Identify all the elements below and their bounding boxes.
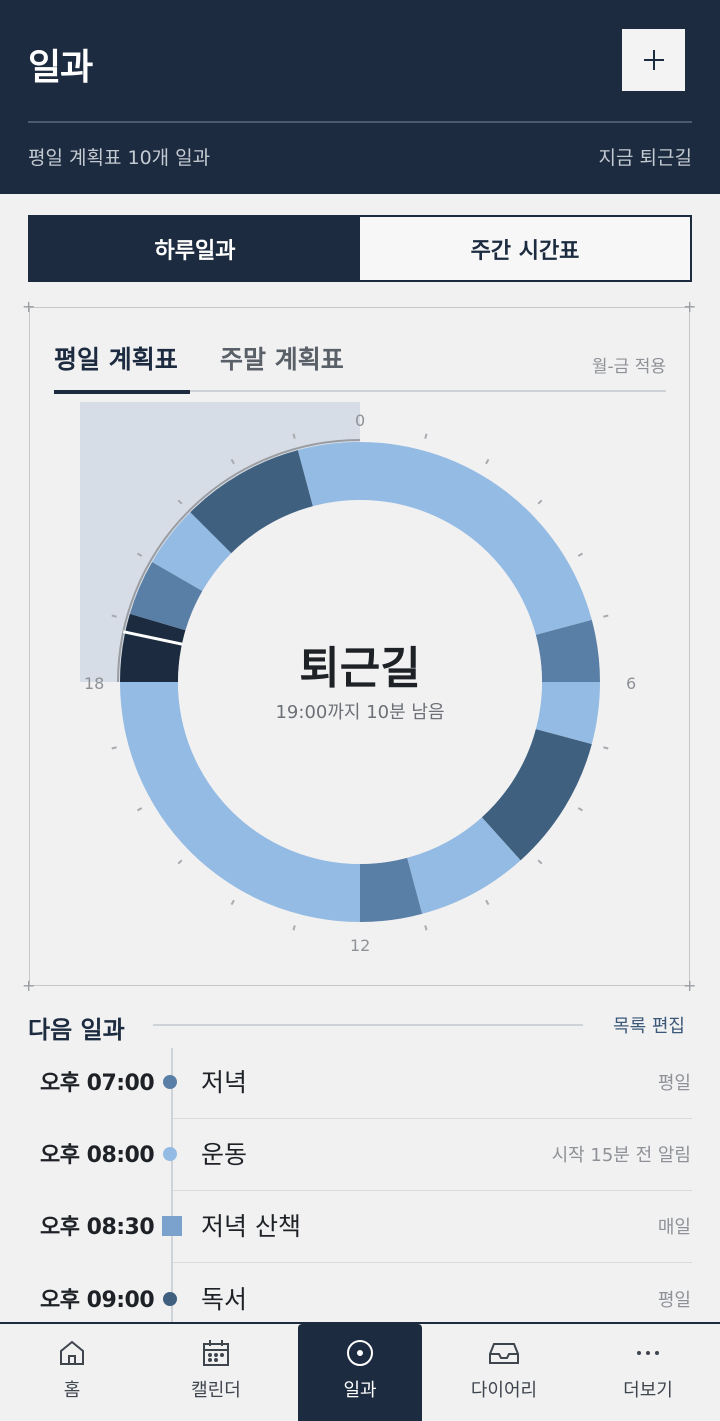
routine-tag: 평일 <box>657 1073 691 1094</box>
bottom-nav: 홈 캘린더 일과 다이어리 더보기 <box>0 1322 720 1421</box>
nav-label: 다이어리 <box>470 1380 538 1401</box>
nav-routine[interactable]: 일과 <box>298 1324 422 1421</box>
tab-weekend[interactable]: 주말 계획표 <box>220 340 344 376</box>
segment-daily[interactable]: 하루일과 <box>30 217 360 280</box>
routine-color-dot <box>163 1075 177 1089</box>
routine-count: 평일 계획표 10개 일과 <box>28 147 211 169</box>
nav-home[interactable]: 홈 <box>10 1324 134 1421</box>
plan-tabs: 평일 계획표 주말 계획표 월-금 적용 <box>54 338 666 394</box>
plus-icon <box>643 50 664 70</box>
routine-color-dot <box>163 1147 177 1161</box>
routine-color-square <box>162 1216 182 1236</box>
routine-time: 오후 09:00 <box>40 1288 155 1313</box>
routine-time: 오후 08:00 <box>40 1143 155 1168</box>
hour-label-top: 0 <box>355 411 366 430</box>
row-divider <box>173 1261 692 1263</box>
current-routine-title: 퇴근길 <box>299 643 421 694</box>
routine-time: 오후 07:00 <box>40 1071 155 1096</box>
more-icon <box>637 1351 659 1355</box>
nav-more[interactable]: 더보기 <box>586 1324 710 1421</box>
header-divider <box>28 121 692 123</box>
routine-time: 오후 08:30 <box>40 1215 155 1240</box>
tab-note: 월-금 적용 <box>591 357 666 377</box>
routine-name: 운동 <box>201 1140 248 1169</box>
next-routines-heading: 다음 일과 <box>28 1016 125 1044</box>
page-title: 일과 <box>28 47 93 88</box>
nav-label: 홈 <box>63 1380 81 1401</box>
routine-tag: 평일 <box>657 1290 691 1311</box>
app-header: 일과 평일 계획표 10개 일과 지금 퇴근길 <box>0 0 720 194</box>
clock-dot-icon <box>347 1340 373 1366</box>
hour-label-left: 18 <box>84 674 105 693</box>
routine-tag: 시작 15분 전 알림 <box>551 1145 691 1166</box>
nav-label: 캘린더 <box>191 1380 241 1401</box>
routine-tag: 매일 <box>657 1217 691 1238</box>
remaining-time: 19:00까지 10분 남음 <box>275 702 445 723</box>
heading-divider <box>153 1024 583 1026</box>
corner-mark: + <box>22 297 36 316</box>
hour-label-bottom: 12 <box>350 936 371 955</box>
nav-label: 일과 <box>343 1380 377 1401</box>
current-routine: 지금 퇴근길 <box>598 147 692 169</box>
view-switcher: 하루일과 주간 시간표 <box>28 215 692 282</box>
hour-label-right: 6 <box>626 674 637 693</box>
routine-row[interactable]: 오후 07:00 저녁 평일 <box>0 1047 720 1119</box>
segment-weekly[interactable]: 주간 시간표 <box>360 217 690 280</box>
tab-weekday[interactable]: 평일 계획표 <box>54 340 190 394</box>
inbox-icon <box>489 1343 519 1364</box>
calendar-icon <box>203 1340 229 1366</box>
nav-diary[interactable]: 다이어리 <box>442 1324 566 1421</box>
corner-mark: + <box>683 976 697 995</box>
add-button[interactable] <box>622 29 685 91</box>
routine-name: 저녁 산책 <box>201 1212 301 1241</box>
routine-color-dot <box>163 1292 177 1306</box>
routine-name: 저녁 <box>201 1068 248 1097</box>
edit-list-link[interactable]: 목록 편집 <box>613 1012 685 1038</box>
routine-row[interactable]: 오후 08:00 운동 시작 15분 전 알림 <box>0 1119 720 1191</box>
routine-name: 독서 <box>201 1285 248 1314</box>
nav-calendar[interactable]: 캘린더 <box>154 1324 278 1421</box>
corner-mark: + <box>683 297 697 316</box>
home-icon <box>60 1340 84 1365</box>
corner-mark: + <box>22 976 36 995</box>
nav-label: 더보기 <box>623 1380 673 1401</box>
routine-row[interactable]: 오후 08:30 저녁 산책 매일 <box>0 1191 720 1263</box>
